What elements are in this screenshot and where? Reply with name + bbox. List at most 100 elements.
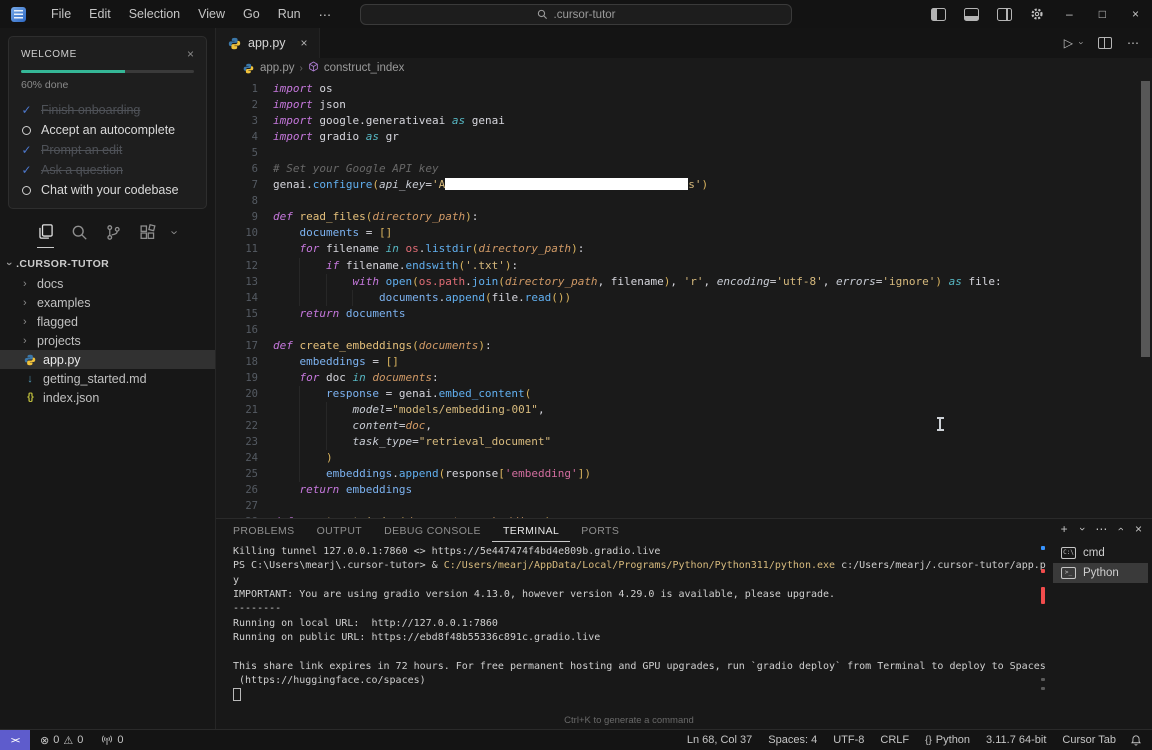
status-utf-8[interactable]: UTF-8 (825, 734, 872, 746)
maximize-button[interactable]: □ (1086, 0, 1119, 28)
breadcrumb-symbol[interactable]: construct_index (324, 62, 405, 74)
panel-tab-terminal[interactable]: TERMINAL (492, 521, 570, 542)
tree-file-index-json[interactable]: {}index.json (0, 388, 215, 407)
terminal-entry-cmd[interactable]: C:\cmd (1053, 543, 1148, 563)
chevron-down-icon[interactable]: › (173, 225, 177, 247)
panel-more-actions-icon[interactable]: ⋯ (1095, 522, 1107, 536)
status-spaces-4[interactable]: Spaces: 4 (760, 734, 825, 746)
panel-tab-debug-console[interactable]: DEBUG CONSOLE (373, 521, 492, 542)
tree-item-label: app.py (43, 353, 81, 367)
status-cursor-tab[interactable]: Cursor Tab (1054, 734, 1124, 746)
code-text: for doc in documents: (273, 371, 439, 384)
line-number: 17 (216, 338, 273, 354)
extensions-icon[interactable] (139, 224, 156, 248)
ports-forwarded-icon[interactable] (101, 734, 113, 746)
warnings-count[interactable]: 0 (77, 734, 83, 746)
terminal-line: -------- (233, 602, 1049, 616)
menu-file[interactable]: File (42, 4, 80, 25)
workspace-root[interactable]: › .CURSOR-TUTOR (0, 254, 215, 274)
run-python-file-icon[interactable]: ▷ (1064, 36, 1073, 50)
terminal-hint: Ctrl+K to generate a command (216, 715, 1042, 726)
menu-view[interactable]: View (189, 4, 234, 25)
ports-count[interactable]: 0 (117, 734, 123, 746)
status-crlf[interactable]: CRLF (872, 734, 917, 746)
welcome-item[interactable]: Accept an autocomplete (21, 120, 194, 140)
editor-scrollbar[interactable] (1141, 81, 1150, 357)
new-terminal-icon[interactable]: + (1061, 522, 1068, 536)
code-line: 26 return embeddings (216, 482, 1152, 498)
indent-guide (299, 466, 300, 482)
errors-count[interactable]: 0 (53, 734, 59, 746)
line-number: 23 (216, 434, 273, 450)
explorer-icon[interactable] (37, 223, 54, 248)
welcome-close-icon[interactable]: × (187, 47, 194, 61)
line-number: 18 (216, 354, 273, 370)
breadcrumb-file[interactable]: app.py (260, 62, 295, 74)
breadcrumb: app.py › construct_index (216, 58, 1152, 78)
tab-label: app.py (248, 36, 286, 50)
tree-folder-projects[interactable]: ›projects (0, 331, 215, 350)
code-area[interactable]: 1import os2import json3import google.gen… (216, 78, 1152, 518)
terminal-list: C:\cmd>_Python (1053, 543, 1148, 583)
chevron-right-icon: › (23, 335, 31, 347)
status-label: 3.11.7 64-bit (986, 734, 1046, 746)
panel-tab-problems[interactable]: PROBLEMS (222, 521, 306, 542)
welcome-item[interactable]: ✓Ask a question (21, 160, 194, 180)
terminal-entry-python[interactable]: >_Python (1053, 563, 1148, 583)
line-number: 20 (216, 386, 273, 402)
remote-indicator[interactable]: >< (0, 730, 30, 750)
line-number: 3 (216, 113, 273, 129)
command-center-search[interactable]: .cursor-tutor (360, 4, 792, 25)
editor-group: app.py × ▷ › ⋯ app.py › construct_index … (216, 28, 1152, 518)
run-dropdown-icon[interactable]: › (1077, 42, 1087, 45)
source-control-icon[interactable] (105, 224, 122, 248)
terminal-output[interactable]: Killing tunnel 127.0.0.1:7860 <> https:/… (233, 545, 1049, 703)
activity-bar: › (0, 223, 215, 248)
panel-tab-ports[interactable]: PORTS (570, 521, 630, 542)
split-editor-icon[interactable] (1098, 37, 1112, 49)
welcome-item[interactable]: ✓Finish onboarding (21, 100, 194, 120)
editor-more-actions-icon[interactable]: ⋯ (1127, 36, 1139, 50)
toggle-sidebar-icon[interactable] (922, 8, 955, 21)
terminal-line: This share link expires in 72 hours. For… (233, 660, 1049, 674)
menu-selection[interactable]: Selection (120, 4, 189, 25)
close-panel-icon[interactable]: × (1135, 522, 1142, 536)
close-window-button[interactable]: × (1119, 0, 1152, 28)
check-icon: ✓ (21, 163, 32, 177)
welcome-item[interactable]: ✓Prompt an edit (21, 140, 194, 160)
search-sidebar-icon[interactable] (71, 224, 88, 248)
code-text: import json (273, 98, 346, 111)
code-line: 6# Set your Google API key (216, 161, 1152, 177)
panel-tab-output[interactable]: OUTPUT (306, 521, 374, 542)
status-3-11-7-64-bit[interactable]: 3.11.7 64-bit (978, 734, 1054, 746)
code-line: 7genai.configure(api_key='As') (216, 177, 1152, 193)
errors-icon[interactable]: ⊗ (40, 734, 49, 747)
tab-close-icon[interactable]: × (301, 36, 308, 50)
status-ln-68-col-37[interactable]: Ln 68, Col 37 (679, 734, 760, 746)
circle-icon (22, 126, 31, 135)
tab-app-py[interactable]: app.py × (216, 28, 320, 58)
terminal-profile-dropdown-icon[interactable]: › (1075, 527, 1087, 531)
maximize-panel-icon[interactable]: › (1115, 527, 1127, 531)
tree-folder-flagged[interactable]: ›flagged (0, 312, 215, 331)
menubar: FileEditSelectionViewGoRun⋯ (42, 4, 340, 25)
tree-file-app-py[interactable]: app.py (0, 350, 215, 369)
minimize-button[interactable]: – (1053, 0, 1086, 28)
settings-gear-icon[interactable] (1021, 7, 1053, 21)
menu-run[interactable]: Run (269, 4, 310, 25)
tree-file-getting-started-md[interactable]: ↓getting_started.md (0, 369, 215, 388)
line-number: 9 (216, 209, 273, 225)
tree-folder-docs[interactable]: ›docs (0, 274, 215, 293)
indent-guide (326, 290, 327, 306)
toggle-secondary-sidebar-icon[interactable] (988, 8, 1021, 21)
menu-more-icon[interactable]: ⋯ (310, 4, 341, 25)
menu-edit[interactable]: Edit (80, 4, 120, 25)
menu-go[interactable]: Go (234, 4, 269, 25)
welcome-item[interactable]: Chat with your codebase (21, 180, 194, 200)
status-python[interactable]: {}Python (917, 734, 978, 746)
toggle-panel-icon[interactable] (955, 8, 988, 21)
warnings-icon[interactable]: ⚠ (63, 734, 73, 747)
tree-folder-examples[interactable]: ›examples (0, 293, 215, 312)
code-line: 24 ) (216, 450, 1152, 466)
notifications-bell-icon[interactable] (1124, 734, 1152, 747)
